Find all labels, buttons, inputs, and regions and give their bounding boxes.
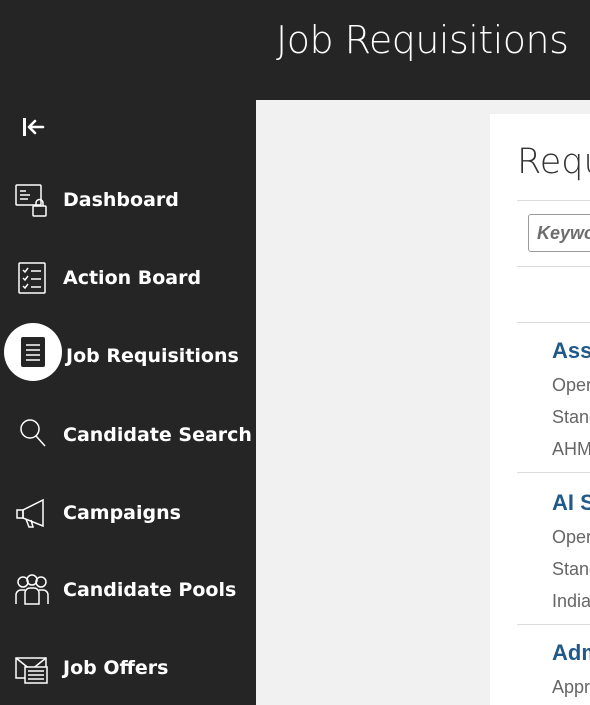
sidebar-item-label: Dashboard [63, 189, 179, 211]
sidebar-item-label: Action Board [63, 267, 202, 289]
megaphone-icon [14, 495, 50, 531]
requisition-status: Oper [552, 375, 590, 395]
search-icon [14, 417, 50, 453]
requisitions-panel: Requ Keywo Assi Oper Stand AHM AI S Oper… [490, 114, 590, 705]
requisition-location: AHM [552, 439, 590, 459]
divider [517, 266, 590, 267]
sidebar-item-label: Job Requisitions [66, 345, 239, 367]
sidebar-item-job-requisitions[interactable]: Job Requisitions [0, 323, 256, 383]
sidebar-item-label: Campaigns [63, 502, 181, 524]
active-indicator [4, 323, 62, 381]
checklist-icon [14, 260, 50, 296]
collapse-left-icon [23, 118, 45, 136]
sidebar-item-candidate-pools[interactable]: Candidate Pools [0, 560, 256, 620]
requisition-location: India [552, 591, 590, 611]
panel-title: Requ [517, 142, 590, 182]
sidebar-item-candidate-search[interactable]: Candidate Search [0, 405, 256, 465]
collapse-sidebar-button[interactable] [18, 112, 50, 142]
divider [517, 322, 590, 323]
divider [517, 200, 590, 201]
keyword-search-input[interactable]: Keywo [528, 214, 590, 252]
requisition-status: Appr [552, 677, 590, 697]
sidebar-item-campaigns[interactable]: Campaigns [0, 483, 256, 543]
page-title: Job Requisitions [276, 18, 569, 62]
requisition-title-link[interactable]: AI S [552, 490, 590, 516]
app-header: Job Requisitions [0, 0, 590, 100]
sidebar-item-label: Candidate Search [63, 424, 252, 446]
requisition-type: Stand [552, 559, 590, 579]
dashboard-icon [14, 182, 50, 218]
requisition-title-link[interactable]: Adm [552, 640, 590, 666]
sidebar-item-label: Candidate Pools [63, 579, 237, 601]
divider [517, 472, 590, 473]
people-icon [14, 572, 50, 608]
envelope-icon [14, 650, 50, 686]
requisition-type: Stand [552, 407, 590, 427]
document-icon [21, 337, 45, 367]
search-placeholder: Keywo [537, 223, 590, 243]
sidebar-item-action-board[interactable]: Action Board [0, 248, 256, 308]
sidebar-item-job-offers[interactable]: Job Offers [0, 638, 256, 698]
requisition-status: Oper [552, 527, 590, 547]
requisition-title-link[interactable]: Assi [552, 338, 590, 364]
divider [517, 624, 590, 625]
sidebar-item-dashboard[interactable]: Dashboard [0, 170, 256, 230]
sidebar-item-label: Job Offers [63, 657, 169, 679]
